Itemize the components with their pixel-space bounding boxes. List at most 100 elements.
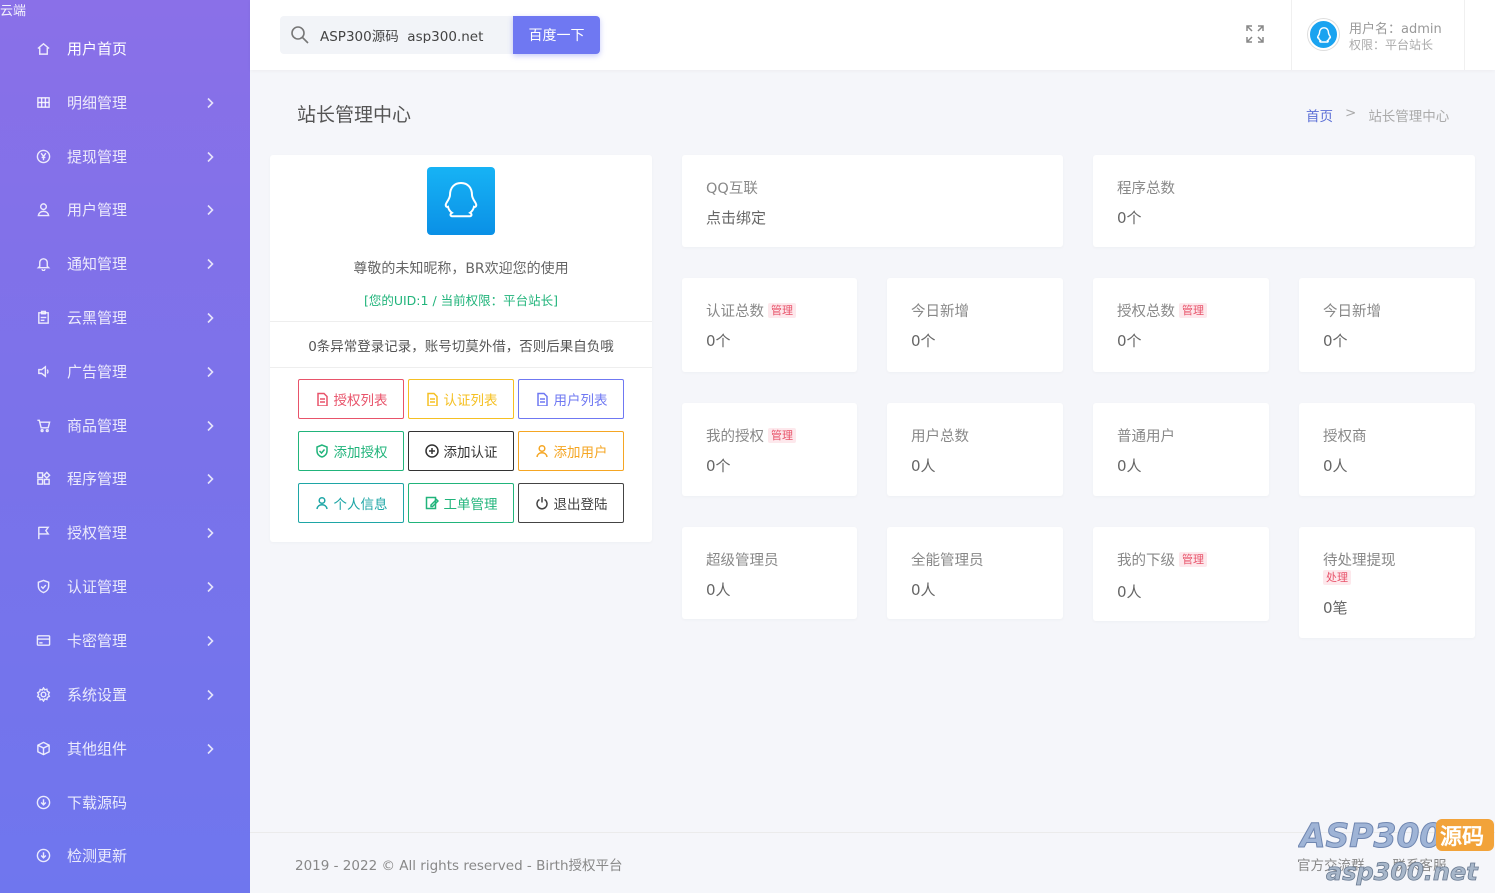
- uid-text: [您的UID:1 / 当前权限：平台站长]: [363, 293, 559, 308]
- sidebar-item-label: 检测更新: [67, 846, 128, 865]
- breadcrumb-separator: >: [1345, 105, 1357, 121]
- sidebar-item-6[interactable]: 云黑管理: [0, 297, 250, 337]
- stat-card-programs: 程序总数 0个: [1093, 155, 1475, 247]
- quick-button-6[interactable]: 添加用户: [518, 431, 624, 471]
- power-icon: [535, 496, 549, 510]
- stat-card-my-auth: 我的授权 管理 0个: [682, 403, 857, 496]
- sidebar-item-label: 广告管理: [67, 362, 128, 381]
- search-input[interactable]: [320, 27, 510, 43]
- manage-badge[interactable]: 管理: [768, 428, 796, 443]
- quick-button-label: 工单管理: [443, 497, 498, 513]
- quick-button-2[interactable]: 认证列表: [408, 379, 514, 419]
- sidebar-item-4[interactable]: 用户管理: [0, 189, 250, 229]
- shield-check-icon: [315, 444, 329, 458]
- quick-button-8[interactable]: 工单管理: [408, 483, 514, 523]
- sidebar-item-label: 下载源码: [67, 793, 128, 812]
- card-icon: [35, 632, 51, 648]
- quick-button-label: 用户列表: [553, 393, 608, 409]
- stat-label: 我的下级 管理: [1117, 549, 1207, 570]
- sidebar-item-label: 提现管理: [67, 147, 128, 166]
- manage-badge[interactable]: 管理: [1179, 552, 1207, 567]
- top-header: 百度一下 用户名：admin 权限：平台站长: [250, 0, 1495, 70]
- sidebar-item-12[interactable]: 卡密管理: [0, 620, 250, 660]
- search-button[interactable]: 百度一下: [513, 16, 600, 54]
- sidebar-item-10[interactable]: 授权管理: [0, 512, 250, 552]
- stat-card-normal-users: 普通用户 0人: [1093, 403, 1269, 496]
- chevron-right-icon: [205, 741, 217, 755]
- quick-button-7[interactable]: 个人信息: [298, 483, 404, 523]
- box-icon: [35, 740, 51, 756]
- breadcrumb-home-link[interactable]: 首页: [1306, 105, 1333, 125]
- sidebar-item-label: 授权管理: [67, 523, 128, 542]
- sidebar-item-2[interactable]: 明细管理: [0, 82, 250, 122]
- user-menu[interactable]: 用户名：admin 权限：平台站长: [1291, 0, 1465, 70]
- grid-icon: [35, 94, 51, 110]
- quick-button-label: 添加认证: [443, 445, 498, 461]
- fullscreen-icon[interactable]: [1245, 24, 1265, 44]
- sidebar-item-1[interactable]: 用户首页: [0, 28, 250, 68]
- manage-badge[interactable]: 管理: [768, 303, 796, 318]
- stat-label: QQ互联: [706, 181, 758, 197]
- sidebar-item-11[interactable]: 认证管理: [0, 566, 250, 606]
- sidebar-item-13[interactable]: 系统设置: [0, 674, 250, 714]
- quick-button-label: 添加用户: [553, 445, 608, 461]
- gear-icon: [35, 686, 51, 702]
- bell-icon: [35, 255, 51, 271]
- divider: [270, 367, 652, 368]
- quick-button-label: 添加授权: [333, 445, 388, 461]
- qq-bind-link[interactable]: 点击绑定: [706, 207, 766, 228]
- user-icon: [35, 201, 51, 217]
- update-icon: [35, 847, 51, 863]
- stat-value: 0个: [1117, 209, 1142, 227]
- profile-card: 尊敬的未知昵称，BR欢迎您的使用 [您的UID:1 / 当前权限：平台站长] 0…: [270, 155, 652, 542]
- chevron-right-icon: [205, 471, 217, 485]
- stat-card-qq[interactable]: QQ互联 点击绑定: [682, 155, 1063, 247]
- sidebar-item-label: 用户首页: [67, 39, 128, 58]
- sidebar-item-label: 云黑管理: [67, 308, 128, 327]
- sidebar-item-label: 认证管理: [67, 577, 128, 596]
- sidebar-item-label: 卡密管理: [67, 631, 128, 650]
- stat-card-cert-total: 认证总数 管理 0个: [682, 278, 857, 372]
- stat-value: 0人: [911, 457, 936, 475]
- sidebar-item-label: 明细管理: [67, 93, 128, 112]
- chevron-right-icon: [205, 256, 217, 270]
- quick-button-1[interactable]: 授权列表: [298, 379, 404, 419]
- manage-badge[interactable]: 管理: [1179, 303, 1207, 318]
- svg-text:ASP300: ASP300: [1298, 816, 1442, 855]
- stat-label: 普通用户: [1117, 429, 1175, 445]
- quick-button-4[interactable]: 添加授权: [298, 431, 404, 471]
- stat-label-text: 授权总数: [1117, 304, 1175, 320]
- stat-label: 用户总数: [911, 429, 969, 445]
- sidebar-item-label: 通知管理: [67, 254, 128, 273]
- quick-button-9[interactable]: 退出登陆: [518, 483, 624, 523]
- welcome-text: 尊敬的未知昵称，BR欢迎您的使用: [353, 261, 569, 277]
- sidebar-item-15[interactable]: 下载源码: [0, 782, 250, 822]
- sidebar-item-label: 程序管理: [67, 469, 128, 488]
- cart-icon: [35, 417, 51, 433]
- quick-button-5[interactable]: 添加认证: [408, 431, 514, 471]
- quick-button-label: 授权列表: [333, 393, 388, 409]
- sidebar-item-5[interactable]: 通知管理: [0, 243, 250, 283]
- stat-card-auth-today: 今日新增 0个: [1299, 278, 1475, 372]
- process-badge[interactable]: 处理: [1323, 570, 1351, 585]
- asp300-watermark-logo: ASP300 源码 asp300.net: [1298, 816, 1494, 886]
- user-icon: [535, 444, 549, 458]
- doc-icon: [425, 392, 439, 406]
- stat-value: 0人: [911, 581, 936, 599]
- sidebar-item-label: 商品管理: [67, 416, 128, 435]
- chevron-right-icon: [205, 525, 217, 539]
- sidebar-item-9[interactable]: 程序管理: [0, 458, 250, 498]
- chevron-right-icon: [205, 149, 217, 163]
- stat-label: 超级管理员: [706, 553, 779, 569]
- sidebar-item-7[interactable]: 广告管理: [0, 351, 250, 391]
- stat-value: 0人: [1117, 583, 1142, 601]
- sidebar-item-8[interactable]: 商品管理: [0, 405, 250, 445]
- quick-button-3[interactable]: 用户列表: [518, 379, 624, 419]
- stat-label-text: 我的下级: [1117, 553, 1175, 569]
- stat-label-text: 我的授权: [706, 429, 764, 445]
- stat-card-agents: 授权商 0人: [1299, 403, 1475, 496]
- sidebar-item-3[interactable]: 提现管理: [0, 136, 250, 176]
- sidebar-item-14[interactable]: 其他组件: [0, 728, 250, 768]
- quick-button-label: 个人信息: [333, 497, 388, 513]
- sidebar-item-16[interactable]: 检测更新: [0, 835, 250, 875]
